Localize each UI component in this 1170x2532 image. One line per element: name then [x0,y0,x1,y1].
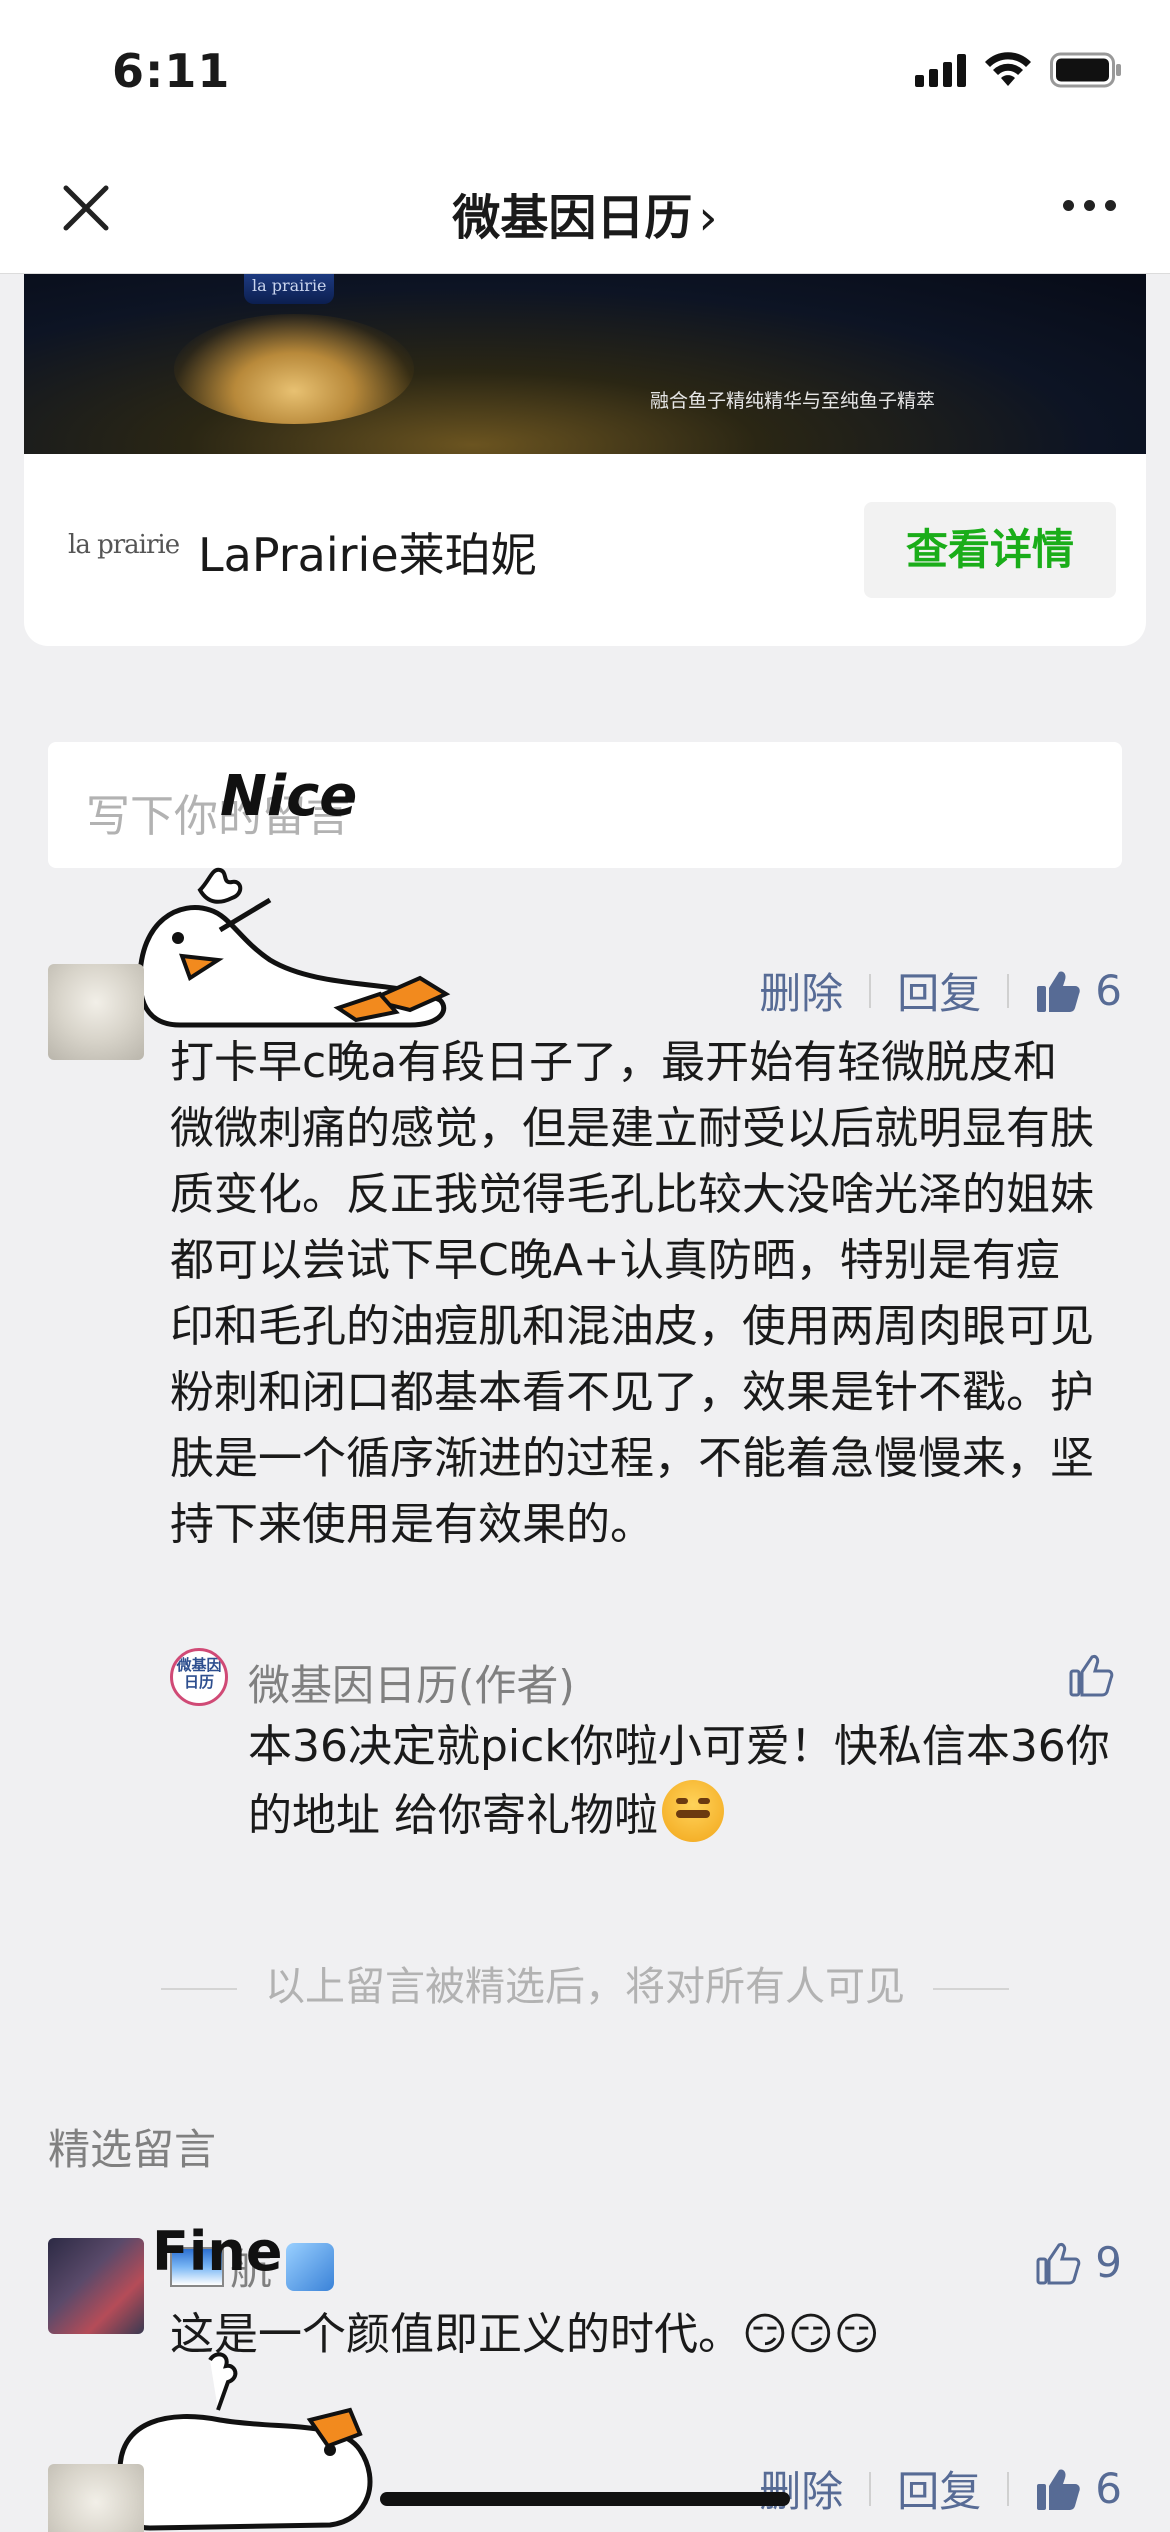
delete-button[interactable]: 删除 [759,2458,843,2519]
reply-button[interactable]: 回复 [897,960,981,1021]
like-count: 9 [1095,2238,1122,2287]
comment-actions: 删除 回复 6 [759,960,1122,1021]
visibility-note: 以上留言被精选后，将对所有人可见 [0,1954,1170,2012]
reply-text: 本36决定就pick你啦小可爱！快私信本36你的地址 给你寄礼物啦 [248,1714,1118,1849]
more-options-icon[interactable] [1063,200,1116,211]
avatar[interactable] [48,2238,144,2334]
sticker-text-nice: Nice [220,764,358,829]
home-indicator[interactable] [380,2492,790,2506]
divider [1007,2471,1010,2506]
like-count: 6 [1095,966,1122,1015]
divider [869,2471,872,2506]
comment-text: 打卡早c晚a有段日子了，最开始有轻微脱皮和微微刺痛的感觉，但是建立耐受以后就明显… [170,1037,1094,1550]
snowboarder-emoji-icon [286,2242,335,2291]
page-title-text: 微基因日历 [452,190,693,246]
divider [869,973,872,1008]
status-icons [915,52,1122,88]
thumbs-up-outline-icon [1069,1655,1114,1697]
brand-logo: la prairie [68,530,180,560]
view-details-button[interactable]: 查看详情 [864,502,1116,598]
cellular-signal-icon [915,53,966,87]
page-title[interactable]: 微基因日历 › [0,178,1170,248]
ad-bottle-label: la prairie [252,276,327,295]
avatar[interactable] [48,964,144,1060]
status-bar: 6:11 [0,0,1170,150]
visibility-note-text: 以上留言被精选后，将对所有人可见 [265,1964,905,2010]
divider [1007,973,1010,1008]
comment-input[interactable]: 写下你的留言 [48,742,1122,868]
status-time: 6:11 [112,44,231,98]
divider [933,1988,1009,1990]
ad-card[interactable]: la prairie 融合鱼子精纯精华与至纯鱼子精萃 la prairie La… [24,274,1146,646]
ad-caption: 融合鱼子精纯精华与至纯鱼子精萃 [650,390,936,412]
comment-actions: 删除 回复 6 [759,2458,1122,2519]
ad-banner-image[interactable]: la prairie 融合鱼子精纯精华与至纯鱼子精萃 [24,274,1146,454]
delete-button[interactable]: 删除 [759,960,843,1021]
avatar[interactable] [48,2464,144,2532]
featured-comments-title: 精选留言 [48,2125,217,2174]
like-button[interactable]: 9 [1035,2238,1122,2287]
author-name: 微基因日历(作者) [248,1661,575,1710]
ad-golden-drop [174,314,414,424]
nav-bar: 微基因日历 › [0,150,1170,274]
ad-brand-name: LaPrairie莱珀妮 [198,528,537,582]
thumbs-up-filled-icon [1037,2468,1081,2510]
wink-emoji-icon [662,1780,724,1842]
sticker-text-fine: Fine [152,2220,283,2283]
like-button[interactable]: 6 [1035,2464,1122,2513]
thumbs-up-filled-icon [1037,970,1081,1012]
author-avatar: 微基因日历 [170,1648,228,1706]
like-count: 6 [1095,2464,1122,2513]
like-button[interactable]: 6 [1035,966,1122,1015]
like-button[interactable] [1068,1652,1114,1702]
goose-sticker-top [137,867,451,1028]
wifi-icon [984,52,1032,88]
chevron-right-icon: › [698,190,718,246]
thumbs-up-outline-icon [1036,2242,1081,2284]
divider [161,1988,237,1990]
battery-icon [1050,52,1122,88]
reply-button[interactable]: 回复 [897,2458,981,2519]
